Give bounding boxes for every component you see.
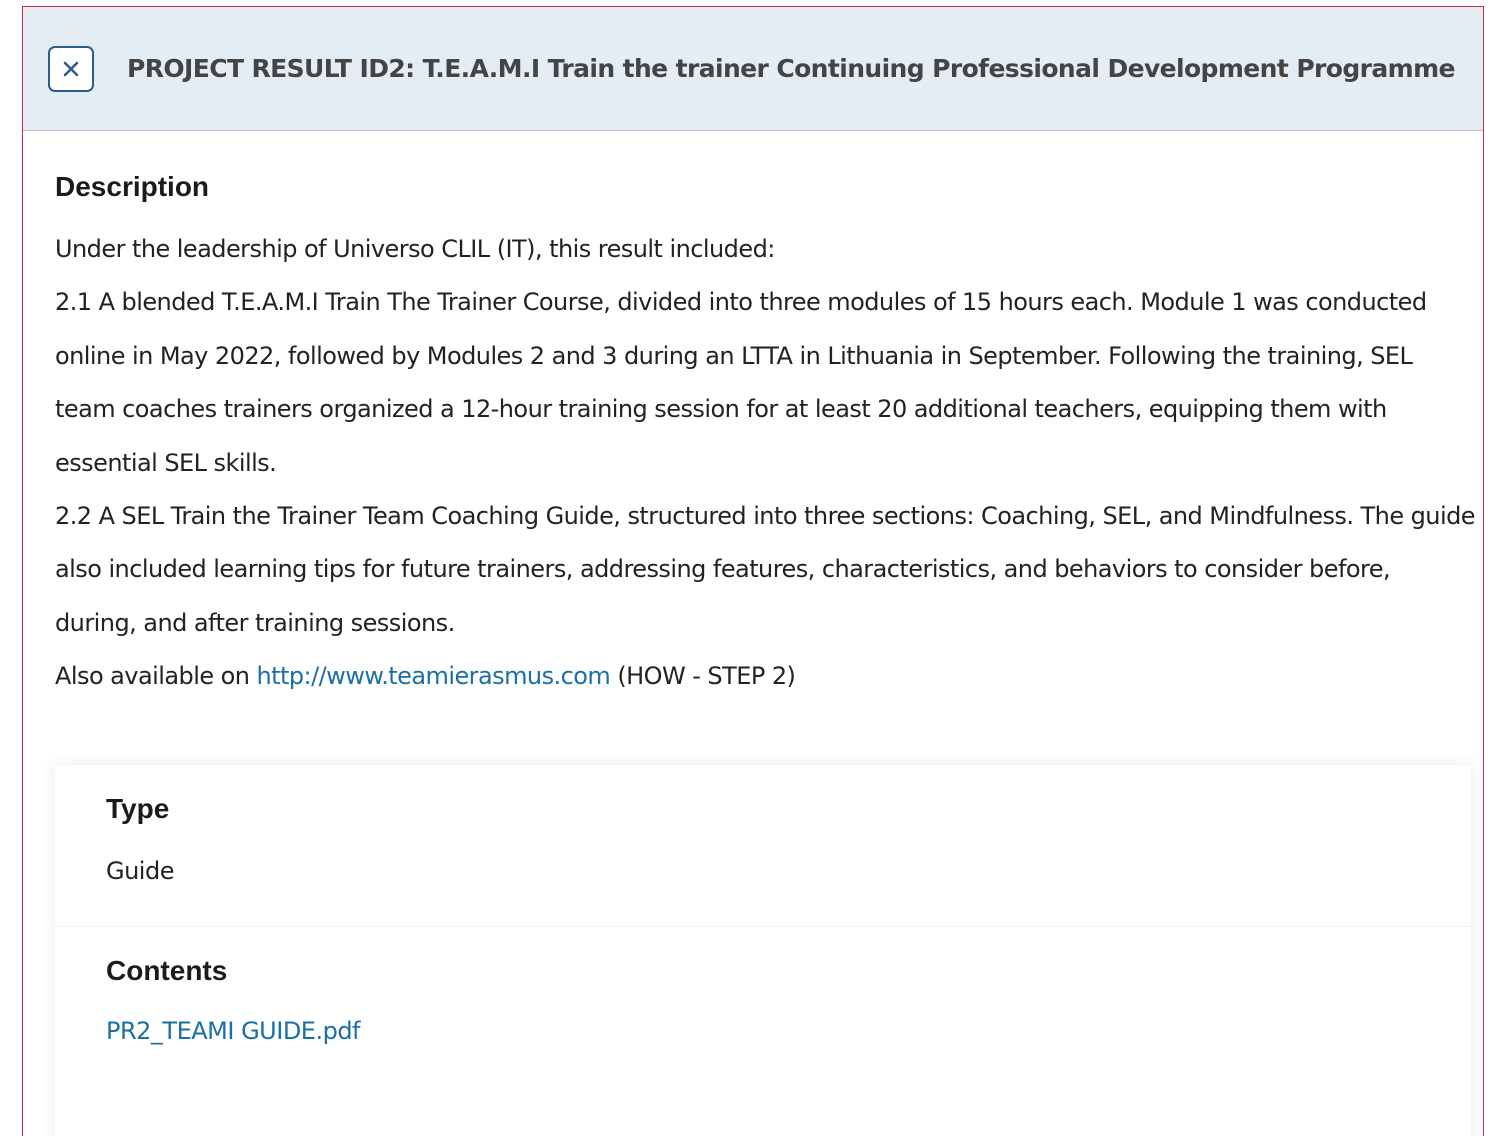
description-heading: Description (55, 171, 210, 202)
description-paragraph: 2.1 A blended T.E.A.M.I Train The Traine… (55, 288, 1427, 477)
type-section: Type Guide (55, 765, 1471, 927)
pdf-file-link[interactable]: PR2_TEAMI GUIDE.pdf (106, 1015, 361, 1047)
type-heading: Type (106, 793, 170, 824)
modal-body: Description Under the leadership of Univ… (23, 131, 1483, 704)
contents-heading: Contents (106, 955, 228, 986)
availability-line: Also available on http://www.teamierasmu… (55, 650, 1475, 703)
modal-header: PROJECT RESULT ID2: T.E.A.M.I Train the … (23, 7, 1483, 131)
contents-section: Contents PR2_TEAMI GUIDE.pdf (55, 927, 1471, 1047)
description-paragraph: Under the leadership of Universo CLIL (I… (55, 235, 775, 263)
description-paragraph: 2.2 A SEL Train the Trainer Team Coachin… (55, 502, 1476, 637)
result-info-card: Type Guide Contents PR2_TEAMI GUIDE.pdf (55, 765, 1471, 1136)
availability-prefix: Also available on (55, 662, 257, 691)
close-icon (63, 61, 79, 76)
availability-suffix: (HOW - STEP 2) (610, 662, 796, 691)
website-link[interactable]: http://www.teamierasmus.com (256, 662, 610, 690)
close-button[interactable] (48, 45, 94, 92)
modal-title: PROJECT RESULT ID2: T.E.A.M.I Train the … (127, 54, 1456, 83)
project-result-modal: PROJECT RESULT ID2: T.E.A.M.I Train the … (22, 6, 1484, 1136)
description-text: Under the leadership of Universo CLIL (I… (55, 223, 1483, 704)
type-value: Guide (106, 857, 174, 885)
